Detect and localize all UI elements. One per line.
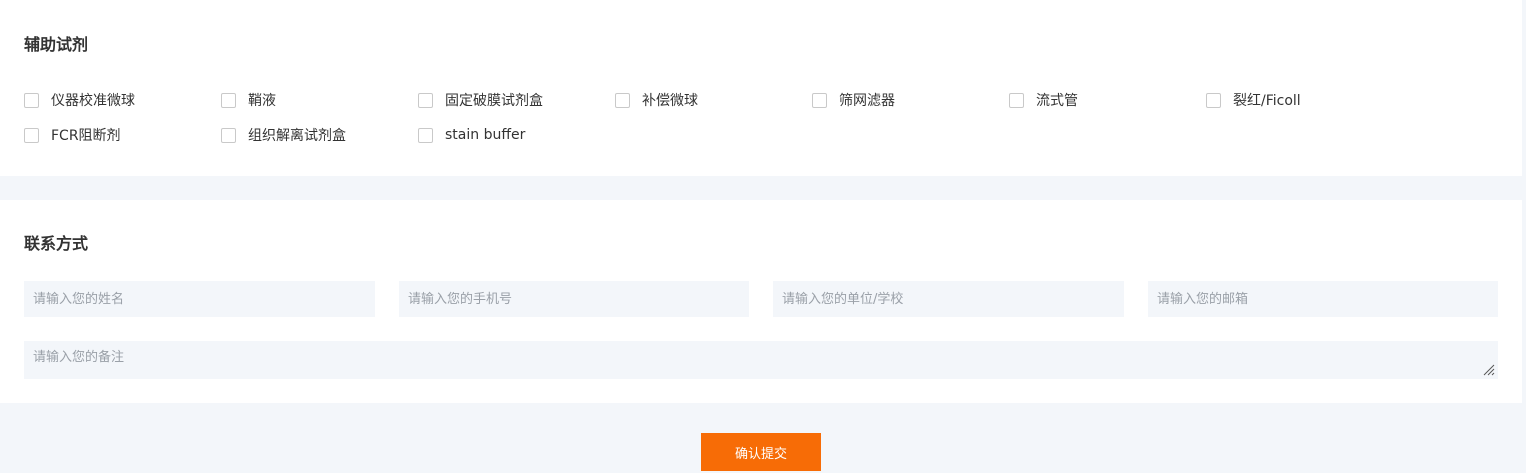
submit-button[interactable]: 确认提交	[701, 433, 821, 471]
checkbox[interactable]	[418, 92, 433, 108]
option-label: 固定破膜试剂盒	[445, 93, 543, 109]
reagent-option-calibration-beads[interactable]: 仪器校准微球	[24, 90, 135, 110]
option-label: stain buffer	[445, 127, 526, 143]
checkbox[interactable]	[615, 92, 630, 108]
reagent-option-fcr-blocker[interactable]: FCR阻断剂	[24, 125, 121, 145]
checkbox[interactable]	[24, 92, 39, 108]
contact-section-title: 联系方式	[24, 234, 89, 253]
organization-input[interactable]	[773, 281, 1124, 317]
reagent-option-tissue-dissociation-kit[interactable]: 组织解离试剂盒	[221, 125, 346, 145]
reagent-option-stain-buffer[interactable]: stain buffer	[418, 125, 525, 145]
name-input[interactable]	[24, 281, 375, 317]
phone-input[interactable]	[399, 281, 749, 317]
checkbox[interactable]	[221, 92, 236, 108]
option-label: 流式管	[1036, 93, 1078, 109]
option-label: 组织解离试剂盒	[248, 128, 346, 144]
reagent-option-sheath-fluid[interactable]: 鞘液	[221, 90, 276, 110]
option-label: 仪器校准微球	[51, 93, 135, 109]
option-label: 筛网滤器	[839, 93, 895, 109]
resize-grip-icon[interactable]	[1483, 364, 1495, 376]
notes-textarea[interactable]	[24, 341, 1498, 379]
reagents-section-title: 辅助试剂	[24, 35, 89, 54]
checkbox[interactable]	[812, 92, 827, 108]
option-label: 裂红/Ficoll	[1233, 93, 1301, 109]
checkbox[interactable]	[1206, 92, 1221, 108]
contact-section: 联系方式	[0, 200, 1522, 403]
checkbox[interactable]	[1009, 92, 1024, 108]
page-edge	[1522, 0, 1526, 473]
reagent-option-compensation-beads[interactable]: 补偿微球	[615, 90, 698, 110]
checkbox[interactable]	[221, 127, 236, 143]
reagent-option-flow-tube[interactable]: 流式管	[1009, 90, 1078, 110]
checkbox[interactable]	[418, 127, 433, 143]
option-label: 鞘液	[248, 93, 276, 109]
reagent-option-fix-perm-kit[interactable]: 固定破膜试剂盒	[418, 90, 543, 110]
reagent-option-cell-strainer[interactable]: 筛网滤器	[812, 90, 895, 110]
reagents-section: 辅助试剂 仪器校准微球 鞘液 固定破膜试剂盒 补偿微球 筛网滤器 流式管 裂红/…	[0, 0, 1522, 176]
option-label: 补偿微球	[642, 93, 698, 109]
reagent-option-rbc-lysis-ficoll[interactable]: 裂红/Ficoll	[1206, 90, 1301, 110]
email-input[interactable]	[1148, 281, 1498, 317]
option-label: FCR阻断剂	[51, 128, 121, 144]
checkbox[interactable]	[24, 127, 39, 143]
